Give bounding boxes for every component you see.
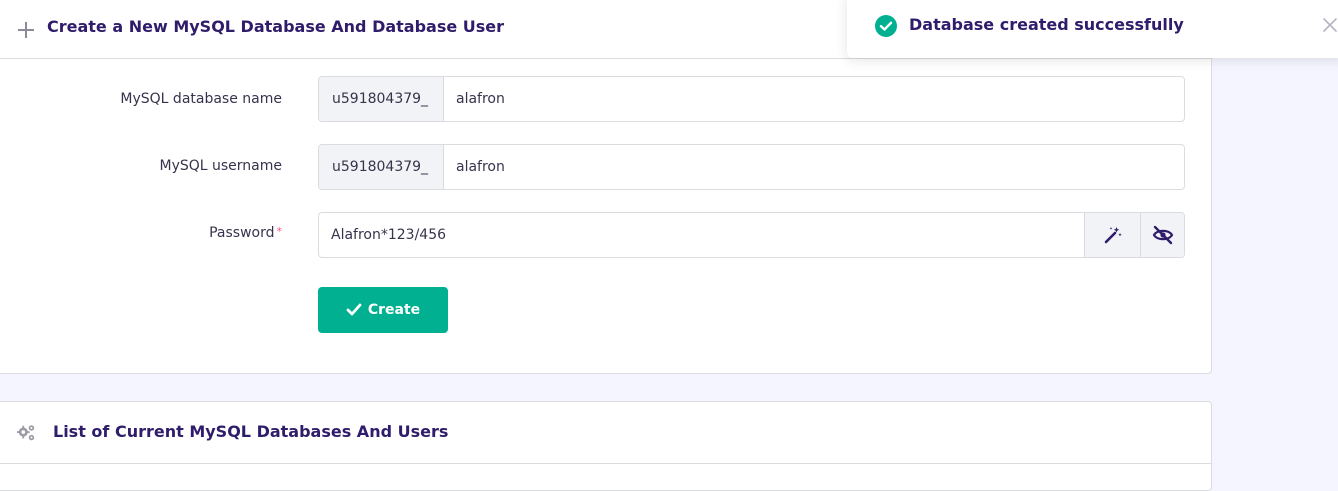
- create-button[interactable]: Create: [318, 287, 448, 333]
- username-prefix: u591804379_: [319, 145, 444, 189]
- toggle-password-visibility-button[interactable]: [1140, 213, 1184, 257]
- eye-slash-icon: [1152, 225, 1173, 245]
- database-name-group: u591804379_: [318, 76, 1185, 122]
- password-group: [318, 212, 1185, 258]
- username-label: MySQL username: [159, 158, 282, 174]
- password-label-text: Password: [209, 225, 275, 241]
- create-database-title: Create a New MySQL Database And Database…: [47, 17, 505, 36]
- required-marker: *: [276, 225, 283, 238]
- database-name-label: MySQL database name: [120, 91, 282, 107]
- databases-list-card: List of Current MySQL Databases And User…: [0, 401, 1212, 491]
- close-icon[interactable]: [1321, 16, 1338, 34]
- success-toast: Database created successfully: [847, 0, 1338, 58]
- check-icon: [346, 303, 362, 316]
- create-button-label: Create: [367, 302, 421, 318]
- password-label: Password *: [209, 225, 282, 241]
- password-input[interactable]: [319, 213, 1084, 257]
- generate-password-button[interactable]: [1084, 213, 1140, 257]
- username-group: u591804379_: [318, 144, 1185, 190]
- check-circle-icon: [875, 15, 897, 37]
- toast-message: Database created successfully: [909, 15, 1184, 34]
- database-name-prefix: u591804379_: [319, 77, 444, 121]
- databases-list-title: List of Current MySQL Databases And User…: [53, 422, 449, 441]
- database-name-input[interactable]: [444, 77, 1184, 121]
- databases-list-header[interactable]: List of Current MySQL Databases And User…: [0, 402, 1211, 464]
- magic-wand-icon: [1104, 227, 1122, 244]
- username-input[interactable]: [444, 145, 1184, 189]
- gears-icon: [16, 425, 35, 441]
- plus-icon: [18, 22, 34, 38]
